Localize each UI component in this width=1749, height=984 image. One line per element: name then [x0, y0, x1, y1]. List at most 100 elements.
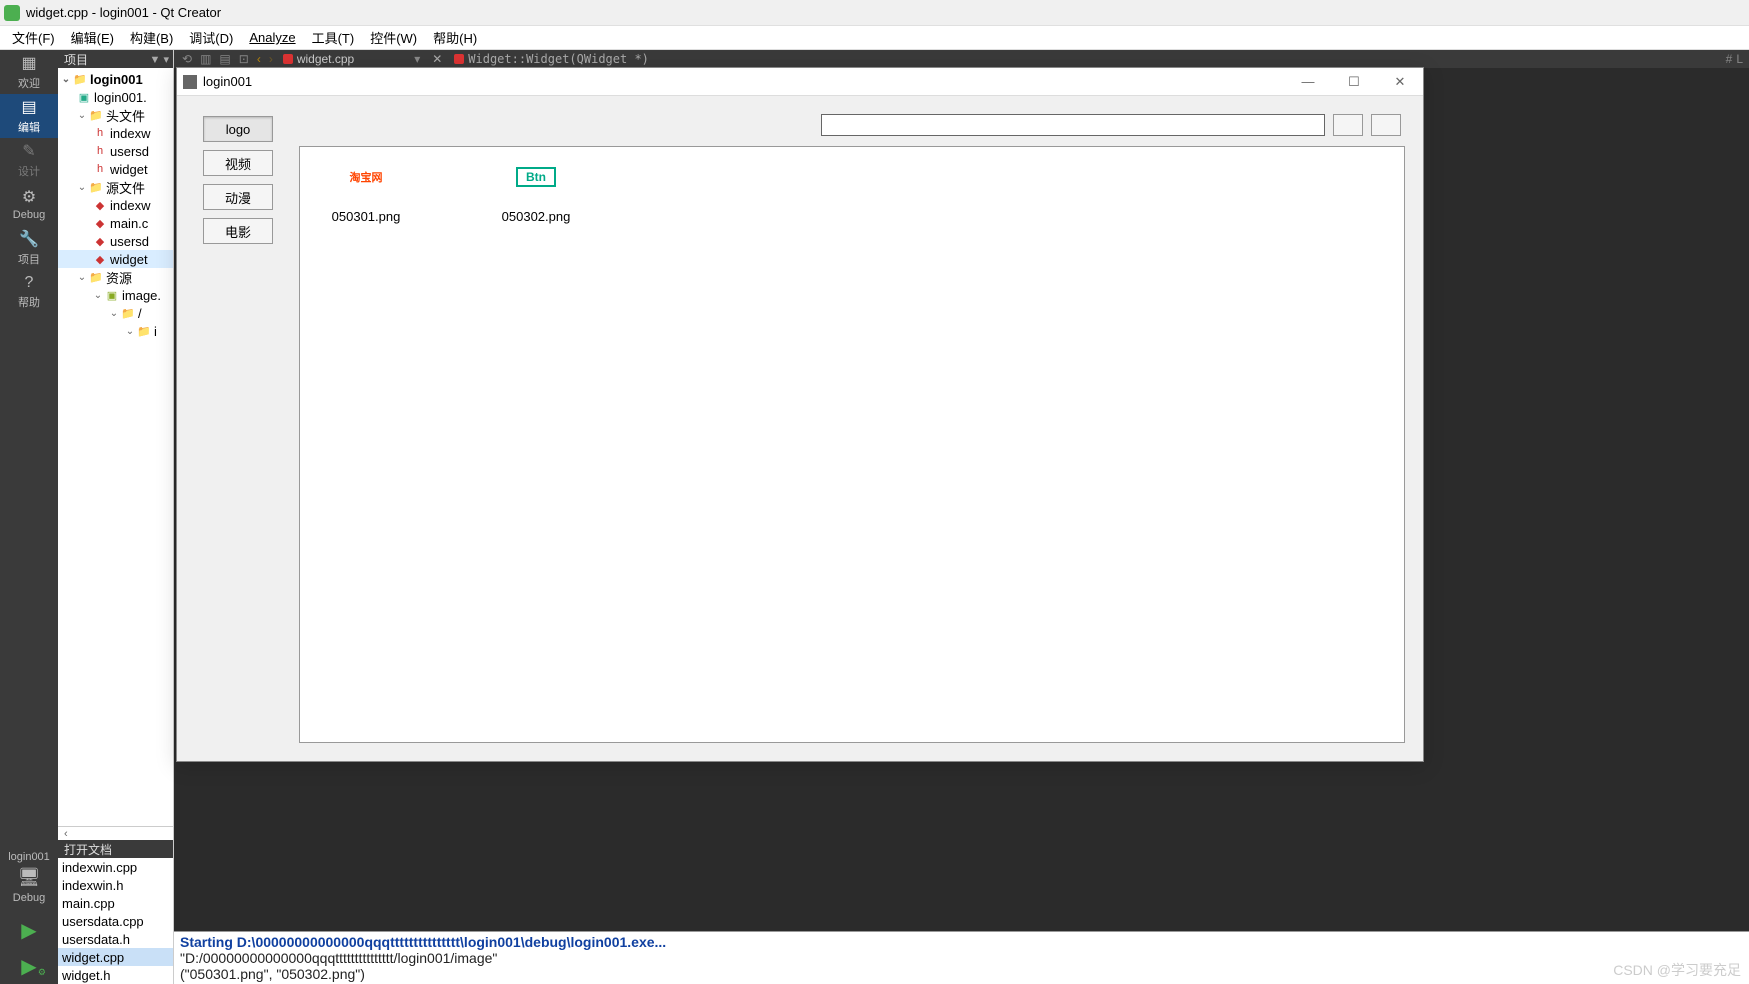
window-title: widget.cpp - login001 - Qt Creator — [26, 5, 221, 20]
category-sidebar: logo 视频 动漫 电影 — [177, 96, 299, 761]
kit-selector[interactable]: login001 🖥 Debug — [0, 843, 58, 912]
bug-icon: ⚙ — [22, 187, 36, 207]
menu-edit[interactable]: 编辑(E) — [63, 28, 122, 47]
tree-qrc-file[interactable]: ⌄▣image. — [58, 286, 173, 304]
tree-header-file[interactable]: husersd — [58, 142, 173, 160]
tree-cpp-file[interactable]: ◆usersd — [58, 232, 173, 250]
tree-headers-folder[interactable]: ⌄📁头文件 — [58, 106, 173, 124]
list-item[interactable]: Btn 050302.png — [476, 149, 596, 224]
console-line: Starting D:\00000000000000qqqttttttttttt… — [180, 934, 1743, 950]
app-titlebar[interactable]: login001 — ☐ ✕ — [177, 68, 1423, 96]
logo-button[interactable]: logo — [203, 116, 273, 142]
tree-header-file[interactable]: hwidget — [58, 160, 173, 178]
image-list[interactable]: 淘宝网 050301.png Btn 050302.png — [299, 146, 1405, 743]
cpp-file-icon — [283, 54, 293, 64]
open-doc-item[interactable]: widget.cpp — [58, 948, 173, 966]
tree-pro-file[interactable]: ▣login001. — [58, 88, 173, 106]
action-button-1[interactable] — [1333, 114, 1363, 136]
line-indicator[interactable]: L — [1736, 52, 1743, 66]
tree-cpp-file[interactable]: ◆widget — [58, 250, 173, 268]
editor-symbol-selector[interactable]: Widget::Widget(QWidget *) — [448, 52, 655, 66]
run-debug-button[interactable]: ▶⚙ — [0, 948, 58, 984]
menu-file[interactable]: 文件(F) — [4, 28, 63, 47]
open-doc-item[interactable]: widget.h — [58, 966, 173, 984]
history-forward-icon[interactable]: › — [265, 52, 277, 66]
action-button-2[interactable] — [1371, 114, 1401, 136]
tree-root[interactable]: ⌄📁login001 — [58, 70, 173, 88]
tree-resources-folder[interactable]: ⌄📁资源 — [58, 268, 173, 286]
grid-icon: ▦ — [21, 53, 36, 73]
menu-tools[interactable]: 工具(T) — [304, 28, 363, 47]
menu-debug[interactable]: 调试(D) — [181, 28, 241, 47]
tree-sources-folder[interactable]: ⌄📁源文件 — [58, 178, 173, 196]
mode-design[interactable]: ✎ 设计 — [0, 138, 58, 182]
nav-back-icon[interactable]: ⟲ — [178, 52, 196, 66]
h-file-icon: h — [92, 144, 108, 158]
tree-prefix[interactable]: ⌄📁/ — [58, 304, 173, 322]
qt-file-icon: ▣ — [76, 90, 92, 104]
window-titlebar: widget.cpp - login001 - Qt Creator — [0, 0, 1749, 26]
document-icon: ▤ — [21, 97, 36, 117]
tree-cpp-file[interactable]: ◆indexw — [58, 196, 173, 214]
cpp-file-icon: ◆ — [92, 216, 108, 230]
mode-projects[interactable]: 🔧 项目 — [0, 226, 58, 270]
mode-help[interactable]: ? 帮助 — [0, 270, 58, 314]
split-h-icon[interactable]: ▥ — [196, 52, 215, 66]
anime-button[interactable]: 动漫 — [203, 184, 273, 210]
video-button[interactable]: 视频 — [203, 150, 273, 176]
project-panel-header: 项目 ▼ ▾ — [58, 50, 173, 68]
list-item[interactable]: 淘宝网 050301.png — [306, 149, 426, 224]
wrench-icon: 🔧 — [19, 229, 39, 249]
mode-debug[interactable]: ⚙ Debug — [0, 182, 58, 226]
tree-image-folder[interactable]: ⌄📁i — [58, 322, 173, 340]
help-icon: ? — [25, 274, 34, 292]
close-split-icon[interactable]: ⊡ — [235, 52, 253, 66]
menu-bar: 文件(F) 编辑(E) 构建(B) 调试(D) Analyze 工具(T) 控件… — [0, 26, 1749, 50]
editor-toolbar: ⟲ ▥ ▤ ⊡ ‹ › widget.cpp ▾ ✕ Widget::Widge… — [174, 50, 1749, 68]
search-input[interactable] — [821, 114, 1325, 136]
chevron-down-icon[interactable]: ▾ — [414, 52, 420, 66]
tree-scroll-left[interactable]: ‹ — [58, 826, 173, 840]
mode-selector: ▦ 欢迎 ▤ 编辑 ✎ 设计 ⚙ Debug 🔧 项目 ? 帮助 login00… — [0, 50, 58, 984]
open-doc-item[interactable]: indexwin.h — [58, 876, 173, 894]
open-doc-item[interactable]: usersdata.h — [58, 930, 173, 948]
editor-tab-current[interactable]: widget.cpp ▾ — [277, 52, 426, 66]
minimize-button[interactable]: — — [1285, 68, 1331, 96]
folder-icon: 📁 — [88, 180, 104, 194]
menu-help[interactable]: 帮助(H) — [425, 28, 485, 47]
movie-button[interactable]: 电影 — [203, 218, 273, 244]
history-back-icon[interactable]: ‹ — [253, 52, 265, 66]
folder-icon: 📁 — [88, 270, 104, 284]
maximize-button[interactable]: ☐ — [1331, 68, 1377, 96]
tree-cpp-file[interactable]: ◆main.c — [58, 214, 173, 232]
console-line: "D:/00000000000000qqqttttttttttttttt/log… — [180, 950, 1743, 966]
console-line: ("050301.png", "050302.png") — [180, 966, 1743, 982]
app-icon — [183, 75, 197, 89]
open-documents: indexwin.cpp indexwin.h main.cpp usersda… — [58, 858, 173, 984]
project-icon: 📁 — [72, 72, 88, 86]
open-doc-item[interactable]: indexwin.cpp — [58, 858, 173, 876]
filter-icon[interactable]: ▼ ▾ — [150, 53, 169, 66]
hash-icon[interactable]: # — [1726, 52, 1733, 66]
menu-build[interactable]: 构建(B) — [122, 28, 181, 47]
thumbnail: 淘宝网 — [326, 149, 406, 205]
open-documents-header: 打开文档 — [58, 840, 173, 858]
open-doc-item[interactable]: main.cpp — [58, 894, 173, 912]
project-tree: ⌄📁login001 ▣login001. ⌄📁头文件 hindexw huse… — [58, 68, 173, 826]
mode-welcome[interactable]: ▦ 欢迎 — [0, 50, 58, 94]
folder-icon: 📁 — [88, 108, 104, 122]
tree-header-file[interactable]: hindexw — [58, 124, 173, 142]
file-name: 050302.png — [502, 209, 571, 224]
open-doc-item[interactable]: usersdata.cpp — [58, 912, 173, 930]
cpp-file-icon — [454, 54, 464, 64]
mode-edit[interactable]: ▤ 编辑 — [0, 94, 58, 138]
split-v-icon[interactable]: ▤ — [215, 52, 234, 66]
run-button[interactable]: ▶ — [0, 912, 58, 948]
close-button[interactable]: ✕ — [1377, 68, 1423, 96]
cpp-file-icon: ◆ — [92, 252, 108, 266]
cpp-file-icon: ◆ — [92, 234, 108, 248]
close-tab-icon[interactable]: ✕ — [426, 52, 448, 66]
monitor-icon: 🖥 — [18, 867, 41, 888]
menu-analyze[interactable]: Analyze — [241, 30, 303, 45]
menu-widgets[interactable]: 控件(W) — [362, 28, 425, 47]
